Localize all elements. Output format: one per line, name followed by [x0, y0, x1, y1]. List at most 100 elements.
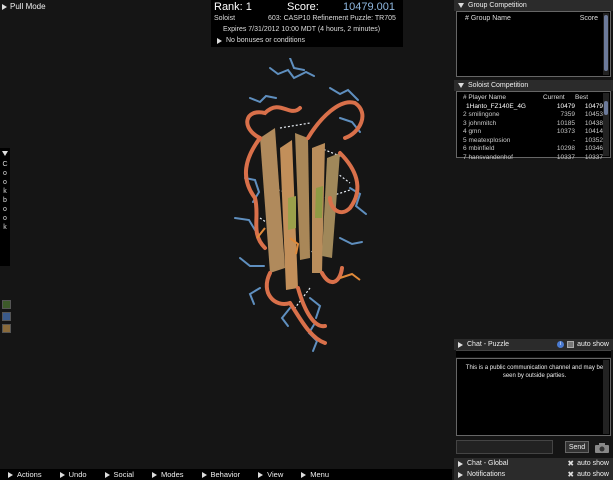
beta-sheets: [260, 128, 340, 290]
row-current: -: [572, 136, 575, 144]
notifications-header[interactable]: Notifications ✖ auto show: [454, 469, 613, 480]
menu-label: Undo: [68, 470, 87, 479]
menu-view[interactable]: View: [258, 470, 283, 479]
triangle-down-icon: [458, 3, 464, 8]
row-current: 10185: [556, 119, 575, 127]
table-row[interactable]: 4 gmn 10373 10414: [463, 128, 603, 137]
chat-divider: [456, 350, 611, 357]
score-panel: Rank: 1 Score: 10479.001 Soloist 603: CA…: [211, 0, 403, 47]
menu-label: Actions: [17, 470, 42, 479]
chat-global-title: Chat - Global: [467, 460, 509, 467]
row-player-name: mbinfield: [468, 145, 495, 152]
chat-puzzle-header[interactable]: Chat - Puzzle i auto show: [454, 339, 613, 350]
table-row[interactable]: 5 meatexplosion - 10352: [463, 137, 603, 146]
menu-behavior[interactable]: Behavior: [201, 470, 241, 479]
auto-show-label[interactable]: auto show: [577, 460, 609, 467]
puzzle-name: 603: CASP10 Refinement Puzzle: TR705: [268, 15, 396, 22]
score-value: 10479.001: [343, 1, 395, 13]
cookbook-label: Cookbook: [2, 161, 8, 231]
checkbox-icon[interactable]: [567, 341, 575, 348]
menu-menu[interactable]: Menu: [301, 470, 329, 479]
soloist-scrollbar[interactable]: [603, 93, 609, 156]
score-label: Score:: [287, 1, 319, 13]
send-button[interactable]: Send: [565, 441, 589, 453]
camera-icon[interactable]: [594, 442, 610, 453]
group-scrollbar[interactable]: [603, 13, 609, 75]
table-row[interactable]: 6 mbinfield 10298 10346: [463, 145, 603, 154]
auto-show-label[interactable]: auto show: [577, 471, 609, 478]
chat-scrollbar[interactable]: [603, 360, 609, 434]
triangle-right-icon: [151, 471, 157, 478]
row-best: 10438: [584, 119, 603, 127]
group-name-column: # Group Name: [465, 15, 511, 22]
row-player-name: johnmitch: [468, 119, 497, 127]
row-current: 10298: [556, 145, 575, 152]
table-row[interactable]: 1Hanto_FZ140E_4G 10479 10479: [463, 103, 603, 112]
menu-label: Modes: [160, 470, 184, 479]
soloist-competition-panel: # Player Name Current Best 1Hanto_FZ140E…: [456, 91, 611, 161]
bottom-menu-bar: Actions Undo Social Modes Behavior View …: [0, 469, 452, 480]
row-rank: 2: [463, 111, 467, 118]
row-player-name: Hanto_FZ140E_4G: [469, 102, 526, 110]
bonus-label: No bonuses or conditions: [226, 37, 305, 44]
group-scroll-thumb[interactable]: [604, 15, 608, 71]
bonus-toggle[interactable]: No bonuses or conditions: [217, 37, 305, 44]
soloist-scroll-thumb[interactable]: [604, 101, 608, 115]
chat-input[interactable]: [456, 440, 553, 454]
menu-label: View: [267, 470, 284, 479]
table-row[interactable]: 7 hansvandenhof 10337 10337: [463, 154, 603, 163]
row-rank: 5: [463, 136, 467, 144]
protein-structure-view[interactable]: [230, 58, 380, 358]
row-best: 10414: [584, 128, 603, 135]
soloist-competition-title: Soloist Competition: [468, 82, 529, 89]
chat-global-header[interactable]: Chat - Global ✖ auto show: [454, 458, 613, 469]
menu-modes[interactable]: Modes: [151, 470, 184, 479]
row-best: 10346: [584, 145, 603, 152]
chat-log: This is a public communication channel a…: [456, 358, 611, 436]
row-rank: 4: [463, 128, 467, 135]
table-row[interactable]: 2 smilingone 7359 10453: [463, 111, 603, 120]
menu-social[interactable]: Social: [104, 470, 134, 479]
menu-label: Behavior: [210, 470, 241, 479]
menu-actions[interactable]: Actions: [8, 470, 42, 479]
triangle-right-icon: [59, 471, 65, 478]
pull-mode-label: Pull Mode: [10, 2, 46, 11]
row-current: 10479: [556, 102, 575, 110]
mode-label: Soloist: [214, 15, 236, 22]
row-current: 10373: [556, 128, 575, 135]
toolbox-icon[interactable]: [2, 312, 11, 321]
triangle-right-icon: [8, 471, 13, 478]
pull-mode-toggle[interactable]: Pull Mode: [2, 2, 46, 11]
triangle-right-icon: [2, 3, 7, 10]
menu-undo[interactable]: Undo: [59, 470, 87, 479]
menu-label: Menu: [310, 470, 329, 479]
cookbook-tab[interactable]: Cookbook: [0, 148, 10, 266]
soloist-competition-header[interactable]: Soloist Competition: [454, 80, 613, 91]
row-best: 10352: [584, 136, 603, 144]
auto-show-label[interactable]: auto show: [577, 341, 609, 348]
row-best: 10479: [584, 102, 603, 110]
close-icon[interactable]: ✖: [567, 459, 574, 468]
row-current: 7359: [560, 111, 575, 118]
current-column: Current: [543, 94, 565, 101]
row-current: 10337: [556, 153, 575, 161]
group-score-column: Score: [579, 15, 598, 22]
notes-icon[interactable]: [2, 324, 11, 333]
close-icon[interactable]: ✖: [567, 470, 574, 479]
best-column: Best: [575, 94, 589, 101]
row-player-name: smilingone: [468, 111, 500, 118]
group-competition-header[interactable]: Group Competition: [454, 0, 613, 11]
info-icon[interactable]: i: [557, 341, 565, 348]
row-rank: 7: [463, 153, 467, 161]
triangle-right-icon: [301, 471, 307, 478]
triangle-down-icon: [2, 151, 8, 156]
triangle-right-icon: [217, 37, 222, 44]
table-row[interactable]: 3 johnmitch 10185 10438: [463, 120, 603, 129]
recipe-icon[interactable]: [2, 300, 11, 309]
row-best: 10453: [584, 111, 603, 118]
soloist-leaderboard: # Player Name Current Best 1Hanto_FZ140E…: [463, 94, 603, 162]
triangle-right-icon: [201, 471, 207, 478]
triangle-right-icon: [458, 471, 463, 478]
triangle-right-icon: [458, 341, 463, 348]
menu-label: Social: [113, 470, 134, 479]
